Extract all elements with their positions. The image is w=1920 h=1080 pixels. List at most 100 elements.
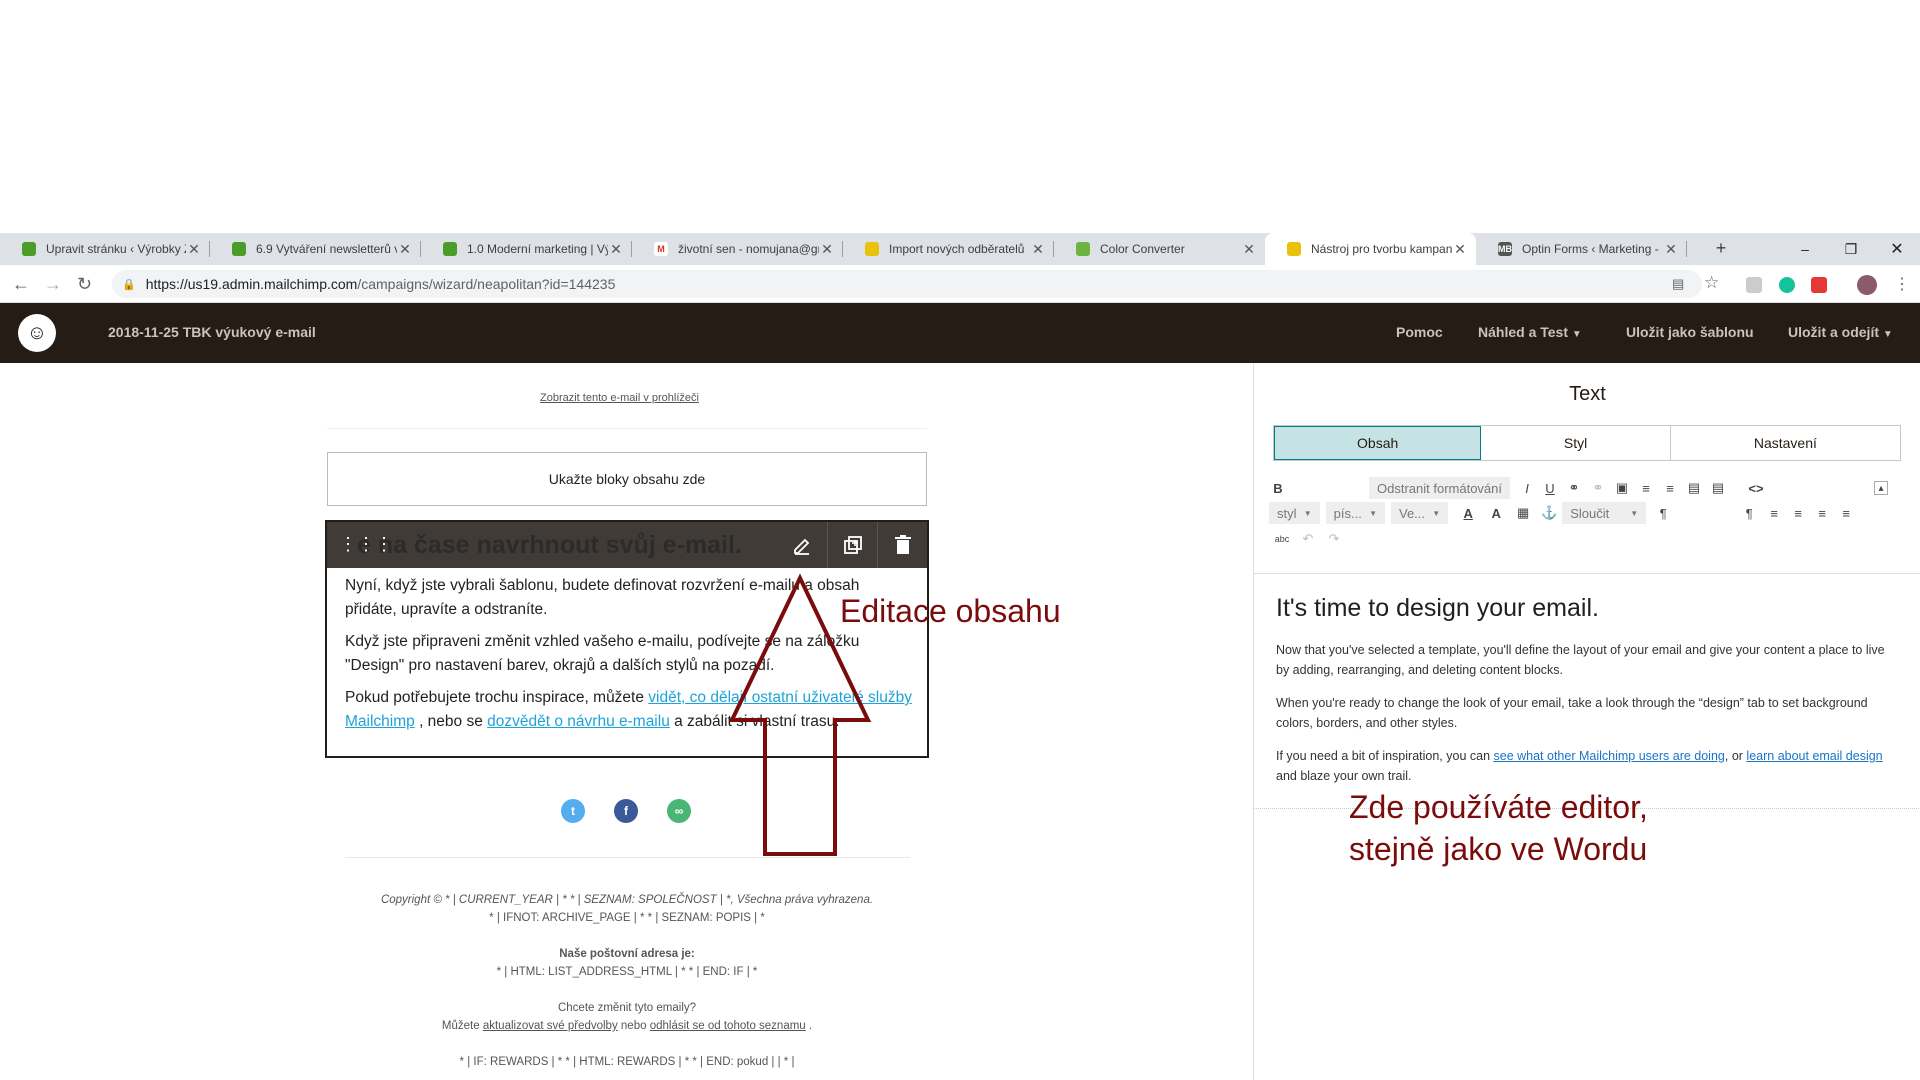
shield-extension-icon[interactable] xyxy=(1811,277,1827,293)
background-color-icon[interactable]: A xyxy=(1482,502,1510,524)
forward-icon[interactable]: → xyxy=(44,274,62,295)
source-code-icon[interactable]: <> xyxy=(1738,477,1774,499)
size-select[interactable]: Ve... ▼ xyxy=(1391,502,1449,524)
paste-text-icon[interactable]: ▤ xyxy=(1706,477,1730,499)
text-color-icon[interactable]: A xyxy=(1454,502,1482,524)
align-right-icon[interactable]: ≡ xyxy=(1810,502,1834,524)
view-in-browser-link[interactable]: Zobrazit tento e-mail v prohlížeči xyxy=(540,392,699,404)
table-icon[interactable]: ▦ xyxy=(1510,502,1536,524)
delete-trash-icon[interactable] xyxy=(877,522,927,568)
align-justify-icon[interactable]: ≡ xyxy=(1834,502,1858,524)
drag-handle-icon[interactable]: ⋮⋮⋮ xyxy=(339,534,393,554)
toolbar-row-1: B Odstranit formátování I U ⚭ ⚭ ▣ ≡ ≡ ▤ … xyxy=(1269,476,1909,500)
style-select[interactable]: styl ▼ xyxy=(1269,502,1320,524)
editor-paragraph-2[interactable]: When you're ready to change the look of … xyxy=(1276,693,1886,733)
mailchimp-logo-icon[interactable]: ☺ xyxy=(18,314,56,352)
editor-paragraph-1[interactable]: Now that you've selected a template, you… xyxy=(1276,640,1886,680)
browser-tab[interactable]: 6.9 Vytváření newsletterů v ✕ xyxy=(210,233,421,265)
extension-icon[interactable] xyxy=(1746,277,1762,293)
edit-pencil-icon[interactable] xyxy=(777,522,827,568)
tab-close-icon[interactable]: ✕ xyxy=(1452,241,1468,258)
update-preferences-link[interactable]: aktualizovat své předvolby xyxy=(483,1020,618,1032)
unsubscribe-link[interactable]: odhlásit se od tohoto seznamu xyxy=(650,1020,806,1032)
drop-zone-label: Ukažte bloky obsahu zde xyxy=(548,471,706,487)
browser-tab[interactable]: Color Converter ✕ xyxy=(1054,233,1265,265)
preview-test-menu[interactable]: Náhled a Test ▼ xyxy=(1478,324,1582,340)
toolbar-row-3: abc ↶ ↷ xyxy=(1269,527,1347,551)
twitter-icon[interactable]: t xyxy=(561,799,585,823)
toolbar-divider xyxy=(1254,573,1920,574)
tab-close-icon[interactable]: ✕ xyxy=(1241,241,1257,258)
tab-close-icon[interactable]: ✕ xyxy=(608,241,624,258)
tab-close-icon[interactable]: ✕ xyxy=(397,241,413,258)
tab-favicon-icon: MB xyxy=(1498,242,1512,256)
undo-icon[interactable]: ↶ xyxy=(1295,528,1321,550)
campaign-name[interactable]: 2018-11-25 TBK výukový e-mail xyxy=(108,324,316,340)
align-center-icon[interactable]: ≡ xyxy=(1786,502,1810,524)
preview-test-label: Náhled a Test xyxy=(1478,324,1568,340)
facebook-icon[interactable]: f xyxy=(614,799,638,823)
editor-p3-text-c: and blaze your own trail. xyxy=(1276,769,1412,783)
tab-label: 1.0 Moderní marketing | Vý xyxy=(467,242,608,256)
drop-zone[interactable]: Ukažte bloky obsahu zde xyxy=(327,452,927,506)
browser-tab[interactable]: Nástroj pro tvorbu kampaní ✕ xyxy=(1265,233,1476,265)
bullet-list-icon[interactable]: ≡ xyxy=(1658,477,1682,499)
browser-tab[interactable]: Mživotní sen - nomujana@gn ✕ xyxy=(632,233,843,265)
browser-tab[interactable]: 1.0 Moderní marketing | Vý ✕ xyxy=(421,233,632,265)
star-icon[interactable]: ☆ xyxy=(1704,273,1719,293)
tab-style[interactable]: Styl xyxy=(1481,426,1671,460)
paste-icon[interactable]: ▤ xyxy=(1682,477,1706,499)
grammarly-icon[interactable] xyxy=(1779,277,1795,293)
save-exit-menu[interactable]: Uložit a odejít ▼ xyxy=(1788,324,1893,340)
editor-paragraph-3[interactable]: If you need a bit of inspiration, you ca… xyxy=(1276,746,1886,786)
help-link[interactable]: Pomoc xyxy=(1396,324,1443,340)
editor-p3-text-a: If you need a bit of inspiration, you ca… xyxy=(1276,749,1494,763)
save-template-button[interactable]: Uložit jako šablonu xyxy=(1626,324,1754,340)
tab-close-icon[interactable]: ✕ xyxy=(1030,241,1046,258)
reload-icon[interactable]: ↻ xyxy=(77,274,92,295)
link-icon[interactable]: ⚭ xyxy=(1562,477,1586,499)
merge-tags-value: Sloučit xyxy=(1570,505,1610,521)
image-icon[interactable]: ▣ xyxy=(1610,477,1634,499)
restore-icon[interactable]: ❐ xyxy=(1828,233,1874,265)
tab-close-icon[interactable]: ✕ xyxy=(1663,241,1679,258)
editor-heading[interactable]: It's time to design your email. xyxy=(1276,594,1599,623)
profile-avatar[interactable] xyxy=(1857,275,1877,295)
tab-content[interactable]: Obsah xyxy=(1274,426,1482,460)
browser-tab[interactable]: Import nových odběratelů ✕ xyxy=(843,233,1054,265)
browser-tab[interactable]: MB Optin Forms ‹ Marketing - ✕ xyxy=(1476,233,1687,265)
minimize-icon[interactable]: – xyxy=(1782,233,1828,265)
remove-format-button[interactable]: Odstranit formátování xyxy=(1369,477,1510,499)
merge-tags-select[interactable]: Sloučit ▼ xyxy=(1562,502,1647,524)
back-icon[interactable]: ← xyxy=(12,274,30,295)
tab-settings[interactable]: Nastavení xyxy=(1671,426,1900,460)
direction-ltr-icon[interactable]: ¶ xyxy=(1736,502,1762,524)
save-exit-label: Uložit a odejít xyxy=(1788,324,1879,340)
align-left-icon[interactable]: ≡ xyxy=(1762,502,1786,524)
tab-close-icon[interactable]: ✕ xyxy=(186,241,202,258)
ordered-list-icon[interactable]: ≡ xyxy=(1634,477,1658,499)
anchor-icon[interactable]: ⚓ xyxy=(1536,502,1562,524)
browser-tab[interactable]: Upravit stránku ‹ Výrobky Z ✕ xyxy=(0,233,210,265)
paragraph-marks-icon[interactable]: ¶ xyxy=(1652,502,1674,524)
spellcheck-icon[interactable]: abc xyxy=(1269,528,1295,550)
tab-close-icon[interactable]: ✕ xyxy=(819,241,835,258)
collapse-toolbar-icon[interactable]: ▴ xyxy=(1874,481,1888,495)
unlink-icon[interactable]: ⚭ xyxy=(1586,477,1610,499)
email-design-link[interactable]: dozvědět o návrhu e-mailu xyxy=(487,713,670,730)
redo-icon[interactable]: ↷ xyxy=(1321,528,1347,550)
italic-button[interactable]: I xyxy=(1516,477,1538,499)
bold-button[interactable]: B xyxy=(1269,477,1287,499)
url-field[interactable]: 🔒 https://us19.admin.mailchimp.com/campa… xyxy=(112,270,1702,298)
translate-icon[interactable]: ▤ xyxy=(1672,276,1684,292)
close-window-icon[interactable]: ✕ xyxy=(1874,233,1920,265)
toolbar-row-2: styl ▼ pís... ▼ Ve... ▼ A A ▦ ⚓ Sloučit ▼… xyxy=(1269,501,1909,525)
menu-dots-icon[interactable]: ⋮ xyxy=(1894,274,1910,294)
new-tab-button[interactable]: + xyxy=(1710,238,1732,260)
link-icon[interactable]: ∞ xyxy=(667,799,691,823)
underline-button[interactable]: U xyxy=(1538,477,1562,499)
editor-design-link[interactable]: learn about email design xyxy=(1746,749,1882,763)
duplicate-icon[interactable] xyxy=(827,522,877,568)
font-select[interactable]: pís... ▼ xyxy=(1325,502,1385,524)
editor-inspiration-link[interactable]: see what other Mailchimp users are doing xyxy=(1494,749,1725,763)
